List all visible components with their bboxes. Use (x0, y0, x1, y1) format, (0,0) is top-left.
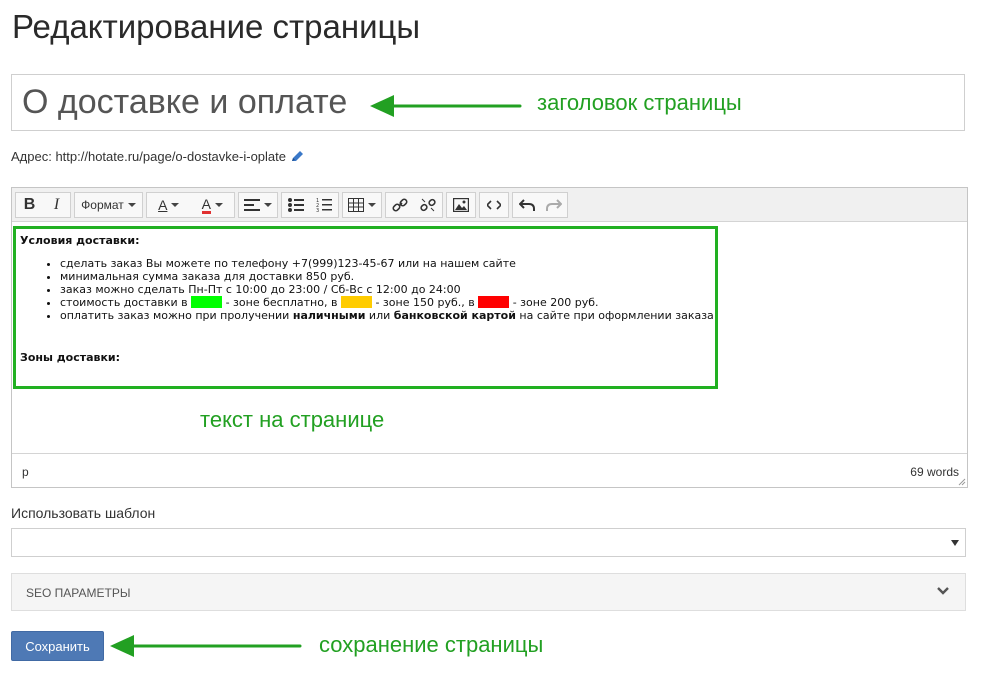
cost-text-4: - зоне 200 руб. (509, 296, 599, 309)
chevron-down-icon (171, 203, 180, 207)
source-code-button[interactable] (480, 193, 508, 217)
rich-text-editor: B I Формат A A 123 Условия доставки: • с… (11, 187, 968, 488)
red-zone-swatch (478, 296, 510, 308)
content-heading-zones: Зоны доставки: (20, 351, 121, 364)
undo-icon (518, 199, 535, 211)
annotation-title-label: заголовок страницы (537, 90, 742, 115)
seo-panel-title: SEO ПАРАМЕТРЫ (26, 586, 131, 600)
pay-cash: наличными (292, 309, 366, 322)
list-item: минимальная сумма заказа для доставки 85… (60, 270, 720, 283)
svg-text:3: 3 (316, 208, 319, 213)
link-icon (392, 198, 408, 212)
background-color-icon: A (201, 195, 211, 214)
annotation-save-label: сохранение страницы (319, 632, 544, 657)
chevron-down-icon (214, 203, 223, 207)
page-url-row: Адрес: http://hotate.ru/page/o-dostavke-… (11, 149, 305, 166)
chevron-down-icon (368, 203, 376, 207)
align-left-icon (244, 199, 260, 211)
font-color-icon: A (158, 197, 168, 213)
cost-text-1: стоимость доставки в (60, 296, 192, 309)
editor-statusbar: p 69 words (12, 453, 967, 487)
resize-handle-icon[interactable] (958, 478, 966, 486)
redo-button[interactable] (540, 193, 567, 217)
table-dropdown[interactable] (343, 193, 381, 217)
cost-text-3: - зоне 150 руб., в (371, 296, 479, 309)
undo-button[interactable] (513, 193, 540, 217)
redo-icon (545, 199, 562, 211)
chevron-down-icon (264, 203, 272, 207)
element-path[interactable]: p (22, 465, 29, 479)
page-url-value: http://hotate.ru/page/o-dostavke-i-oplat… (55, 149, 286, 164)
table-icon (348, 198, 364, 212)
italic-button[interactable]: I (43, 193, 70, 217)
bold-button[interactable]: B (16, 193, 43, 217)
editor-toolbar: B I Формат A A 123 (12, 188, 967, 222)
link-button[interactable] (386, 193, 414, 217)
list-item: стоимость доставки в - зоне бесплатно, в… (60, 296, 720, 309)
background-color-button[interactable]: A (191, 193, 235, 217)
chevron-down-icon (127, 203, 136, 207)
conditions-list: сделать заказ Вы можете по телефону +7(9… (20, 257, 720, 322)
list-item: заказ можно сделать Пн-Пт с 10:00 до 23:… (60, 283, 720, 296)
source-code-icon (487, 200, 501, 210)
page-url-label: Адрес: (11, 149, 52, 164)
editor-content[interactable]: Условия доставки: сделать заказ Вы может… (20, 234, 720, 364)
page-title: Редактирование страницы (12, 8, 421, 45)
unlink-button[interactable] (414, 193, 442, 217)
unlink-icon (420, 198, 436, 212)
image-icon (453, 198, 469, 212)
save-button[interactable]: Сохранить (11, 631, 104, 661)
font-color-button[interactable]: A (147, 193, 191, 217)
seo-parameters-panel[interactable]: SEO ПАРАМЕТРЫ (11, 573, 966, 611)
chevron-down-icon (937, 587, 949, 595)
pay-text-2: или (365, 309, 394, 322)
numbered-list-icon: 123 (316, 198, 332, 213)
bullet-list-button[interactable] (282, 193, 310, 217)
pencil-icon[interactable] (290, 149, 305, 166)
cost-text-2: - зоне бесплатно, в (222, 296, 341, 309)
annotation-text-label: текст на странице (200, 407, 385, 432)
format-dropdown-label: Формат (81, 198, 124, 212)
image-button[interactable] (447, 193, 475, 217)
list-item: сделать заказ Вы можете по телефону +7(9… (60, 257, 720, 270)
content-heading-conditions: Условия доставки: (20, 234, 140, 247)
template-label: Использовать шаблон (11, 505, 156, 521)
format-dropdown[interactable]: Формат (75, 193, 142, 217)
arrow-left-icon (110, 635, 302, 657)
numbered-list-button[interactable]: 123 (310, 193, 338, 217)
list-item: оплатить заказ можно при пролучении нали… (60, 309, 720, 322)
yellow-zone-swatch (340, 296, 372, 308)
green-zone-swatch (191, 296, 223, 308)
pay-card: банковской картой (393, 309, 516, 322)
pay-text-1: оплатить заказ можно при пролучении (60, 309, 293, 322)
align-dropdown[interactable] (239, 193, 277, 217)
template-select[interactable] (11, 528, 966, 557)
word-count: 69 words (910, 465, 959, 479)
pay-text-3: на сайте при оформлении заказа (515, 309, 714, 322)
bullet-list-icon (288, 198, 304, 212)
arrow-left-icon (370, 95, 522, 117)
dropdown-arrow-icon (951, 540, 959, 546)
